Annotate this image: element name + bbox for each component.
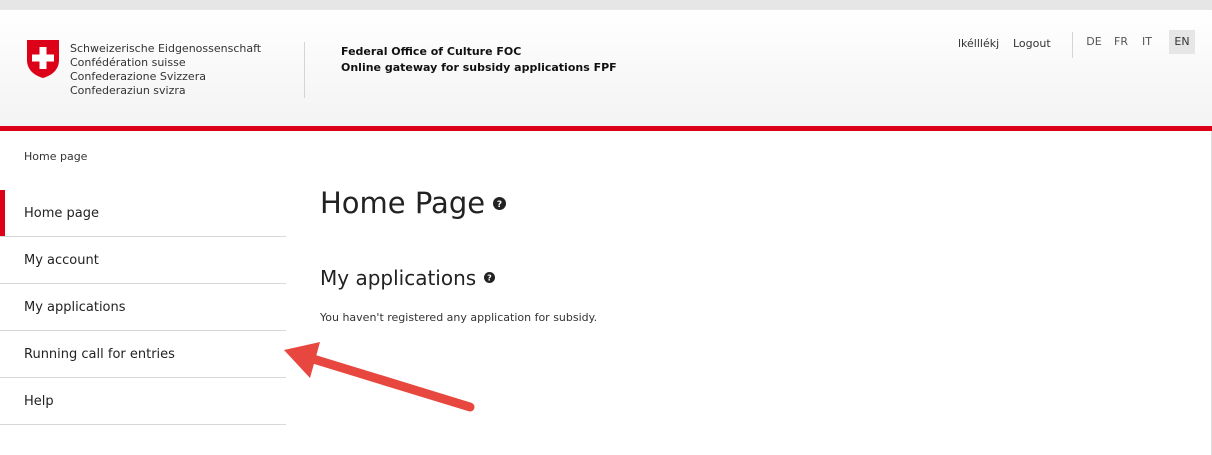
swiss-cross-logo-icon[interactable]	[24, 40, 62, 78]
gateway-name: Online gateway for subsidy applications …	[341, 61, 617, 74]
confederation-name-it: Confederazione Svizzera	[70, 70, 206, 83]
office-title: Federal Office of Culture FOC Online gat…	[341, 44, 617, 76]
no-applications-message: You haven't registered any application f…	[320, 311, 598, 324]
confederation-names: Schweizerische Eidgenossenschaft Confédé…	[70, 42, 261, 98]
svg-text:?: ?	[497, 200, 502, 210]
confederation-name-fr: Confédération suisse	[70, 56, 186, 69]
logout-link[interactable]: Logout	[1013, 37, 1051, 50]
sidebar-item-my-account[interactable]: My account	[0, 237, 286, 284]
language-divider	[1072, 32, 1073, 58]
sidebar-nav: Home page My account My applications Run…	[0, 190, 286, 425]
sidebar-item-running-call-for-entries[interactable]: Running call for entries	[0, 331, 286, 378]
sidebar-item-my-applications[interactable]: My applications	[0, 284, 286, 331]
header-divider	[304, 42, 305, 98]
site-header: Schweizerische Eidgenossenschaft Confédé…	[0, 10, 1212, 126]
sidebar-item-home-page[interactable]: Home page	[0, 190, 286, 237]
lang-de[interactable]: DE	[1081, 30, 1107, 54]
username-link[interactable]: lkélllékj	[958, 37, 999, 50]
help-icon[interactable]: ?	[493, 196, 507, 210]
page-title-text: Home Page	[320, 186, 486, 220]
my-applications-heading-text: My applications	[320, 266, 477, 290]
page-title: Home Page?	[320, 186, 507, 220]
lang-it[interactable]: IT	[1136, 30, 1158, 54]
lang-en[interactable]: EN	[1169, 30, 1195, 54]
top-strip	[0, 0, 1212, 10]
annotation-arrow-icon	[284, 342, 475, 412]
svg-text:?: ?	[487, 274, 492, 283]
sidebar-item-help[interactable]: Help	[0, 378, 286, 425]
confederation-name-de: Schweizerische Eidgenossenschaft	[70, 42, 262, 55]
lang-fr[interactable]: FR	[1109, 30, 1133, 54]
office-name: Federal Office of Culture FOC	[341, 45, 522, 58]
my-applications-heading: My applications?	[320, 266, 496, 290]
header-red-rule	[0, 126, 1212, 131]
help-icon[interactable]: ?	[484, 272, 496, 283]
confederation-name-rm: Confederaziun svizra	[70, 84, 186, 97]
breadcrumb[interactable]: Home page	[24, 150, 87, 163]
